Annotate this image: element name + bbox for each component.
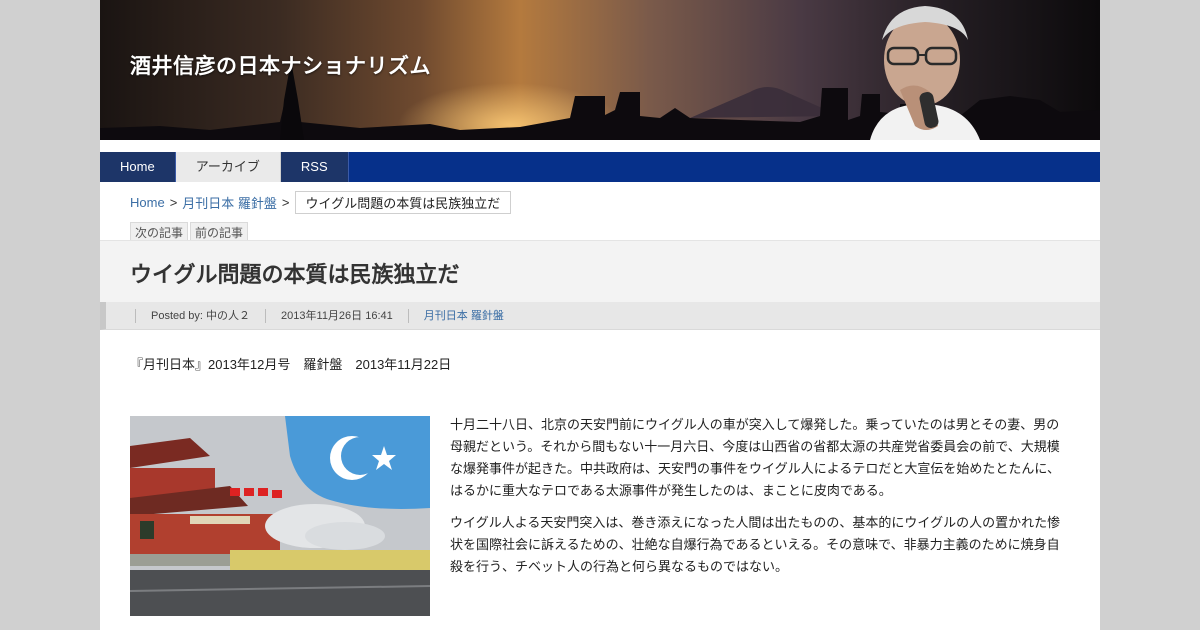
breadcrumb-separator: > bbox=[169, 195, 178, 210]
nav-rss[interactable]: RSS bbox=[280, 152, 349, 182]
nav-archive[interactable]: アーカイブ bbox=[175, 152, 281, 182]
post-date: 2013年11月26日 16:41 bbox=[265, 308, 408, 323]
header-banner: 酒井信彦の日本ナショナリズム bbox=[100, 0, 1100, 140]
post-source: 『月刊日本』2013年12月号 羅針盤 2013年11月22日 bbox=[130, 357, 452, 372]
breadcrumb-separator: > bbox=[281, 195, 290, 210]
post-meta-bar: Posted by: 中の人２ 2013年11月26日 16:41 月刊日本 羅… bbox=[100, 302, 1100, 330]
article-photo bbox=[130, 416, 430, 616]
page: 酒井信彦の日本ナショナリズム Home アーカイブ RSS Home > 月刊日… bbox=[100, 0, 1100, 630]
post-category-link[interactable]: 月刊日本 羅針盤 bbox=[407, 308, 519, 323]
post-title: ウイグル問題の本質は民族独立だ bbox=[130, 262, 460, 287]
post-paragraph: ウイグル人よる天安門突入は、巻き添えになった人間は出たものの、基本的にウイグルの… bbox=[450, 515, 1061, 574]
breadcrumb: Home > 月刊日本 羅針盤 > ウイグル問題の本質は民族独立だ bbox=[130, 191, 512, 214]
breadcrumb-home-link[interactable]: Home bbox=[130, 195, 165, 210]
post-title-block: ウイグル問題の本質は民族独立だ bbox=[100, 240, 1100, 303]
header-gap bbox=[100, 140, 1100, 152]
site-title[interactable]: 酒井信彦の日本ナショナリズム bbox=[130, 50, 431, 80]
nav-home[interactable]: Home bbox=[100, 152, 176, 182]
main-nav: Home アーカイブ RSS bbox=[100, 152, 1100, 182]
breadcrumb-current: ウイグル問題の本質は民族独立だ bbox=[294, 191, 512, 214]
post-author: Posted by: 中の人２ bbox=[135, 308, 265, 323]
post-paragraph: 十月二十八日、北京の天安門前にウイグル人の車が突入して爆発した。乗っていたのは男… bbox=[450, 417, 1060, 498]
post-body: 十月二十八日、北京の天安門前にウイグル人の車が突入して爆発した。乗っていたのは男… bbox=[450, 414, 1065, 588]
breadcrumb-category-link[interactable]: 月刊日本 羅針盤 bbox=[182, 193, 277, 212]
